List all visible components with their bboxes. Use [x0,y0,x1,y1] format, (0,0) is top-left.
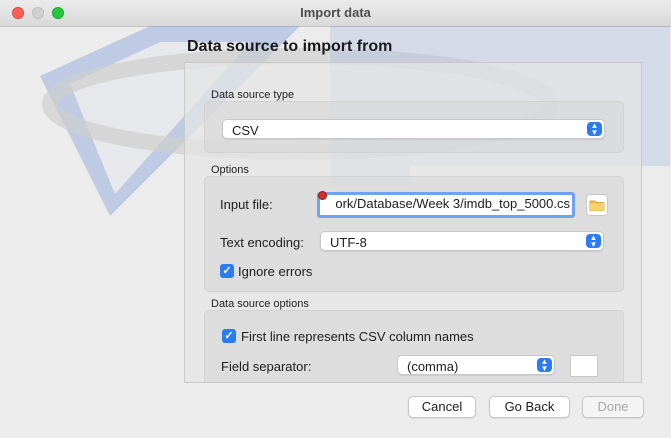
cancel-button[interactable]: Cancel [408,396,476,418]
checkmark-icon: ✓ [222,265,232,277]
options-label: Options [211,164,249,176]
data-source-options-label: Data source options [211,298,309,310]
ignore-errors-checkbox[interactable]: ✓ [220,264,234,278]
input-file-field[interactable]: ork/Database/Week 3/imdb_top_5000.cs [317,192,575,218]
import-options-panel[interactable]: Data source type CSV ▲ ▼ Options Input fi… [184,62,642,383]
data-source-type-group: CSV ▲ ▼ [204,101,624,153]
field-separator-value: (comma) [407,359,459,374]
go-back-button[interactable]: Go Back [489,396,570,418]
done-button[interactable]: Done [582,396,644,418]
up-down-chevron-icon: ▲ ▼ [586,234,601,249]
import-data-dialog: Import data Data source to import from D… [0,0,671,438]
data-source-options-group: ✓ First line represents CSV column names… [204,310,624,382]
browse-file-button[interactable] [586,194,608,216]
window-title: Import data [300,5,371,20]
title-bar: Import data [0,0,671,27]
first-line-column-names-checkbox[interactable]: ✓ [222,329,236,343]
error-dot-icon [318,191,327,200]
page-heading: Data source to import from [187,38,393,55]
text-encoding-label: Text encoding: [220,235,304,250]
field-separator-label: Field separator: [221,359,312,374]
data-source-type-value: CSV [232,123,259,138]
text-encoding-value: UTF-8 [330,235,367,250]
data-source-type-label: Data source type [211,89,295,101]
up-down-chevron-icon: ▲ ▼ [587,122,602,137]
first-line-column-names-label: First line represents CSV column names [241,329,474,344]
ignore-errors-label: Ignore errors [238,264,313,279]
field-separator-select[interactable]: (comma) ▲ ▼ [397,355,555,375]
up-down-chevron-icon: ▲ ▼ [537,358,552,373]
text-encoding-select[interactable]: UTF-8 ▲ ▼ [320,231,604,251]
input-file-label: Input file: [220,197,273,212]
data-source-type-select[interactable]: CSV ▲ ▼ [222,119,605,139]
folder-icon [589,200,605,211]
checkmark-icon: ✓ [224,330,234,342]
custom-separator-input[interactable] [570,355,598,377]
input-file-value: ork/Database/Week 3/imdb_top_5000.cs [335,196,570,211]
options-group: Input file: ork/Database/Week 3/imdb_top… [204,176,624,292]
